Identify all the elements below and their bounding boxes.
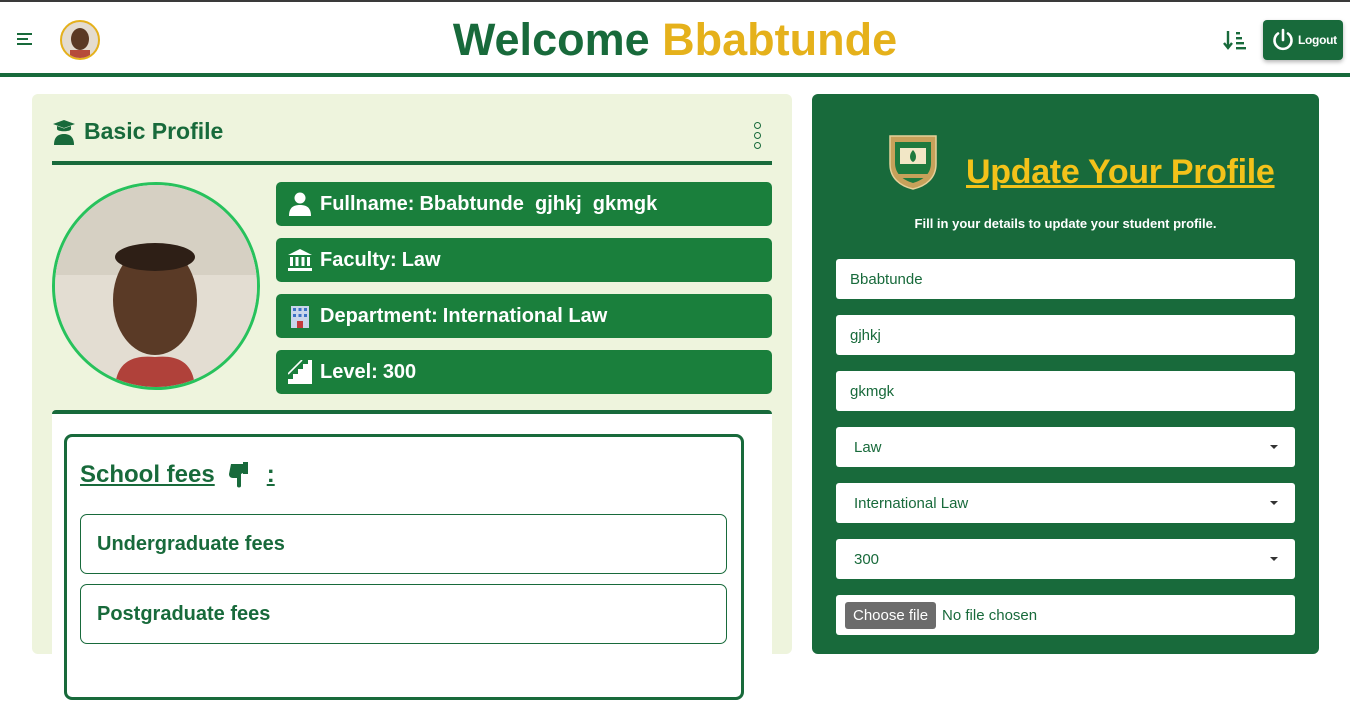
building-icon — [288, 304, 312, 328]
school-fees-header: School fees : — [80, 461, 275, 489]
school-fees-card: School fees : Undergraduate fees Postgra… — [52, 410, 772, 714]
pointing-down-icon — [228, 462, 248, 488]
first-name-input[interactable]: Bbabtunde — [836, 259, 1295, 299]
department-select[interactable]: International Law — [836, 483, 1295, 523]
last-name-input[interactable]: gkmgk — [836, 371, 1295, 411]
level-select-value: 300 — [854, 550, 880, 568]
department-label: Department: — [320, 304, 438, 327]
school-fees-colon[interactable]: : — [267, 461, 275, 489]
profile-photo-file-input: Choose file No file chosen — [836, 595, 1295, 635]
dropdown-caret-icon — [1270, 557, 1278, 561]
faculty-select[interactable]: Law — [836, 427, 1295, 467]
basic-profile-title: Basic Profile — [84, 118, 224, 144]
file-status-text: No file chosen — [942, 606, 1038, 624]
basic-profile-divider — [52, 161, 772, 165]
logout-label: Logout — [1298, 33, 1337, 47]
school-fees-title[interactable]: School fees — [80, 461, 215, 489]
level-value: 300 — [382, 360, 417, 383]
update-profile-subtitle: Fill in your details to update your stud… — [914, 216, 1217, 231]
welcome-heading: Welcome Bbabtunde — [0, 10, 1350, 70]
welcome-prefix: Welcome — [452, 14, 650, 65]
stairs-icon — [288, 360, 312, 384]
level-label: Level: — [320, 360, 378, 383]
department-field: Department: International Law — [276, 294, 772, 338]
dropdown-caret-icon — [1270, 501, 1278, 505]
header: Welcome Bbabtunde Logout — [0, 2, 1350, 74]
profile-photo — [52, 182, 260, 390]
faculty-select-value: Law — [854, 438, 882, 456]
sort-icon[interactable] — [1222, 28, 1248, 52]
fullname-value: Bbabtunde gjhkj gkmgk — [419, 192, 658, 215]
logout-button[interactable]: Logout — [1263, 20, 1343, 60]
user-icon — [288, 192, 312, 216]
middle-name-input[interactable]: gjhkj — [836, 315, 1295, 355]
choose-file-button[interactable]: Choose file — [845, 601, 937, 629]
faculty-field: Faculty: Law — [276, 238, 772, 282]
fullname-field: Fullname: Bbabtunde gjhkj gkmgk — [276, 182, 772, 226]
update-profile-panel: Update Your Profile Fill in your details… — [812, 94, 1319, 654]
department-value: International Law — [442, 304, 608, 327]
graduate-icon — [53, 119, 75, 145]
school-fees-box: School fees : Undergraduate fees Postgra… — [64, 434, 744, 700]
more-options-icon[interactable] — [752, 122, 762, 150]
faculty-label: Faculty: — [320, 248, 397, 271]
school-logo-icon — [889, 135, 937, 190]
fullname-label: Fullname: — [320, 192, 415, 215]
bank-icon — [288, 248, 312, 272]
department-select-value: International Law — [854, 494, 969, 512]
dropdown-caret-icon — [1270, 445, 1278, 449]
power-icon — [1273, 28, 1293, 51]
level-field: Level: 300 — [276, 350, 772, 394]
postgraduate-fees-item[interactable]: Postgraduate fees — [80, 584, 727, 644]
welcome-name: Bbabtunde — [662, 14, 898, 65]
basic-profile-header: Basic Profile — [52, 118, 223, 145]
faculty-value: Law — [401, 248, 441, 271]
update-profile-title: Update Your Profile — [966, 153, 1275, 191]
basic-profile-panel: Basic Profile Fullname: Bbabtunde gjhkj … — [32, 94, 792, 714]
header-divider — [0, 73, 1350, 77]
level-select[interactable]: 300 — [836, 539, 1295, 579]
undergraduate-fees-item[interactable]: Undergraduate fees — [80, 514, 727, 574]
